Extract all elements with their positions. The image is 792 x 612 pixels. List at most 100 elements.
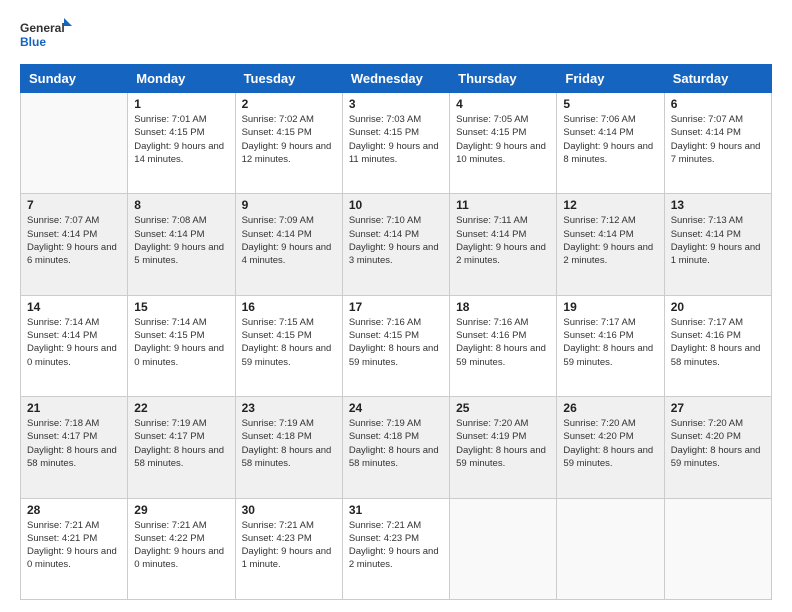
calendar-cell: 25 Sunrise: 7:20 AMSunset: 4:19 PMDayligh…: [450, 397, 557, 498]
calendar-cell: 13 Sunrise: 7:13 AMSunset: 4:14 PMDayligh…: [664, 194, 771, 295]
weekday-header: Sunday: [21, 65, 128, 93]
day-info: Sunrise: 7:19 AMSunset: 4:18 PMDaylight:…: [242, 417, 336, 470]
day-info: Sunrise: 7:17 AMSunset: 4:16 PMDaylight:…: [671, 316, 765, 369]
calendar-cell: 14 Sunrise: 7:14 AMSunset: 4:14 PMDayligh…: [21, 295, 128, 396]
day-info: Sunrise: 7:21 AMSunset: 4:23 PMDaylight:…: [242, 519, 336, 572]
day-number: 19: [563, 300, 657, 314]
header: General Blue: [20, 16, 772, 56]
calendar-cell: 9 Sunrise: 7:09 AMSunset: 4:14 PMDaylight…: [235, 194, 342, 295]
logo: General Blue: [20, 16, 76, 56]
calendar-cell: 29 Sunrise: 7:21 AMSunset: 4:22 PMDayligh…: [128, 498, 235, 599]
day-number: 3: [349, 97, 443, 111]
day-info: Sunrise: 7:16 AMSunset: 4:16 PMDaylight:…: [456, 316, 550, 369]
day-info: Sunrise: 7:19 AMSunset: 4:17 PMDaylight:…: [134, 417, 228, 470]
day-info: Sunrise: 7:16 AMSunset: 4:15 PMDaylight:…: [349, 316, 443, 369]
day-info: Sunrise: 7:20 AMSunset: 4:19 PMDaylight:…: [456, 417, 550, 470]
day-number: 12: [563, 198, 657, 212]
calendar-cell: 19Sunrise: 7:17 AMSunset: 4:16 PMDayligh…: [557, 295, 664, 396]
calendar-cell: 17 Sunrise: 7:16 AMSunset: 4:15 PMDayligh…: [342, 295, 449, 396]
calendar-cell: 26Sunrise: 7:20 AMSunset: 4:20 PMDayligh…: [557, 397, 664, 498]
day-number: 24: [349, 401, 443, 415]
day-info: Sunrise: 7:21 AMSunset: 4:23 PMDaylight:…: [349, 519, 443, 572]
day-number: 16: [242, 300, 336, 314]
calendar-cell: 7 Sunrise: 7:07 AMSunset: 4:14 PMDaylight…: [21, 194, 128, 295]
weekday-header: Wednesday: [342, 65, 449, 93]
calendar-cell: 10 Sunrise: 7:10 AMSunset: 4:14 PMDayligh…: [342, 194, 449, 295]
day-info: Sunrise: 7:21 AMSunset: 4:22 PMDaylight:…: [134, 519, 228, 572]
day-info: Sunrise: 7:21 AMSunset: 4:21 PMDaylight:…: [27, 519, 121, 572]
day-number: 22: [134, 401, 228, 415]
calendar-cell: 31 Sunrise: 7:21 AMSunset: 4:23 PMDayligh…: [342, 498, 449, 599]
day-info: Sunrise: 7:18 AMSunset: 4:17 PMDaylight:…: [27, 417, 121, 470]
day-info: Sunrise: 7:07 AMSunset: 4:14 PMDaylight:…: [27, 214, 121, 267]
calendar-cell: [450, 498, 557, 599]
weekday-header: Tuesday: [235, 65, 342, 93]
weekday-header: Saturday: [664, 65, 771, 93]
day-number: 17: [349, 300, 443, 314]
day-number: 7: [27, 198, 121, 212]
calendar-cell: 16 Sunrise: 7:15 AMSunset: 4:15 PMDayligh…: [235, 295, 342, 396]
calendar-cell: 5 Sunrise: 7:06 AMSunset: 4:14 PMDaylight…: [557, 93, 664, 194]
day-number: 30: [242, 503, 336, 517]
calendar-cell: 2 Sunrise: 7:02 AMSunset: 4:15 PMDaylight…: [235, 93, 342, 194]
day-number: 27: [671, 401, 765, 415]
day-info: Sunrise: 7:01 AMSunset: 4:15 PMDaylight:…: [134, 113, 228, 166]
weekday-header: Friday: [557, 65, 664, 93]
day-number: 15: [134, 300, 228, 314]
day-info: Sunrise: 7:09 AMSunset: 4:14 PMDaylight:…: [242, 214, 336, 267]
day-number: 18: [456, 300, 550, 314]
calendar-cell: 27 Sunrise: 7:20 AMSunset: 4:20 PMDayligh…: [664, 397, 771, 498]
day-info: Sunrise: 7:03 AMSunset: 4:15 PMDaylight:…: [349, 113, 443, 166]
svg-text:Blue: Blue: [20, 35, 46, 49]
calendar-cell: 22 Sunrise: 7:19 AMSunset: 4:17 PMDayligh…: [128, 397, 235, 498]
calendar-cell: 11Sunrise: 7:11 AMSunset: 4:14 PMDayligh…: [450, 194, 557, 295]
day-info: Sunrise: 7:20 AMSunset: 4:20 PMDaylight:…: [671, 417, 765, 470]
calendar-cell: 30 Sunrise: 7:21 AMSunset: 4:23 PMDayligh…: [235, 498, 342, 599]
weekday-header: Thursday: [450, 65, 557, 93]
day-info: Sunrise: 7:02 AMSunset: 4:15 PMDaylight:…: [242, 113, 336, 166]
calendar-cell: 8 Sunrise: 7:08 AMSunset: 4:14 PMDaylight…: [128, 194, 235, 295]
day-number: 9: [242, 198, 336, 212]
svg-text:General: General: [20, 21, 65, 35]
day-info: Sunrise: 7:12 AMSunset: 4:14 PMDaylight:…: [563, 214, 657, 267]
calendar-cell: 23 Sunrise: 7:19 AMSunset: 4:18 PMDayligh…: [235, 397, 342, 498]
day-number: 31: [349, 503, 443, 517]
logo-svg: General Blue: [20, 16, 76, 56]
calendar-cell: 28 Sunrise: 7:21 AMSunset: 4:21 PMDayligh…: [21, 498, 128, 599]
day-info: Sunrise: 7:13 AMSunset: 4:14 PMDaylight:…: [671, 214, 765, 267]
day-info: Sunrise: 7:11 AMSunset: 4:14 PMDaylight:…: [456, 214, 550, 267]
calendar-cell: 4 Sunrise: 7:05 AMSunset: 4:15 PMDaylight…: [450, 93, 557, 194]
day-info: Sunrise: 7:07 AMSunset: 4:14 PMDaylight:…: [671, 113, 765, 166]
day-info: Sunrise: 7:06 AMSunset: 4:14 PMDaylight:…: [563, 113, 657, 166]
calendar-cell: [557, 498, 664, 599]
day-number: 6: [671, 97, 765, 111]
calendar-cell: 21Sunrise: 7:18 AMSunset: 4:17 PMDayligh…: [21, 397, 128, 498]
day-number: 10: [349, 198, 443, 212]
calendar-cell: 3 Sunrise: 7:03 AMSunset: 4:15 PMDaylight…: [342, 93, 449, 194]
calendar-cell: 12 Sunrise: 7:12 AMSunset: 4:14 PMDayligh…: [557, 194, 664, 295]
calendar-cell: 18 Sunrise: 7:16 AMSunset: 4:16 PMDayligh…: [450, 295, 557, 396]
weekday-header: Monday: [128, 65, 235, 93]
day-number: 4: [456, 97, 550, 111]
day-info: Sunrise: 7:15 AMSunset: 4:15 PMDaylight:…: [242, 316, 336, 369]
day-number: 13: [671, 198, 765, 212]
calendar-cell: 15Sunrise: 7:14 AMSunset: 4:15 PMDayligh…: [128, 295, 235, 396]
day-number: 25: [456, 401, 550, 415]
day-number: 28: [27, 503, 121, 517]
day-number: 14: [27, 300, 121, 314]
day-number: 20: [671, 300, 765, 314]
calendar-cell: [664, 498, 771, 599]
calendar-cell: [21, 93, 128, 194]
calendar-cell: 24Sunrise: 7:19 AMSunset: 4:18 PMDayligh…: [342, 397, 449, 498]
day-number: 8: [134, 198, 228, 212]
day-info: Sunrise: 7:20 AMSunset: 4:20 PMDaylight:…: [563, 417, 657, 470]
calendar-cell: 1Sunrise: 7:01 AMSunset: 4:15 PMDaylight…: [128, 93, 235, 194]
day-info: Sunrise: 7:08 AMSunset: 4:14 PMDaylight:…: [134, 214, 228, 267]
day-number: 29: [134, 503, 228, 517]
day-number: 5: [563, 97, 657, 111]
day-number: 2: [242, 97, 336, 111]
day-info: Sunrise: 7:05 AMSunset: 4:15 PMDaylight:…: [456, 113, 550, 166]
day-number: 23: [242, 401, 336, 415]
day-info: Sunrise: 7:10 AMSunset: 4:14 PMDaylight:…: [349, 214, 443, 267]
day-info: Sunrise: 7:14 AMSunset: 4:14 PMDaylight:…: [27, 316, 121, 369]
